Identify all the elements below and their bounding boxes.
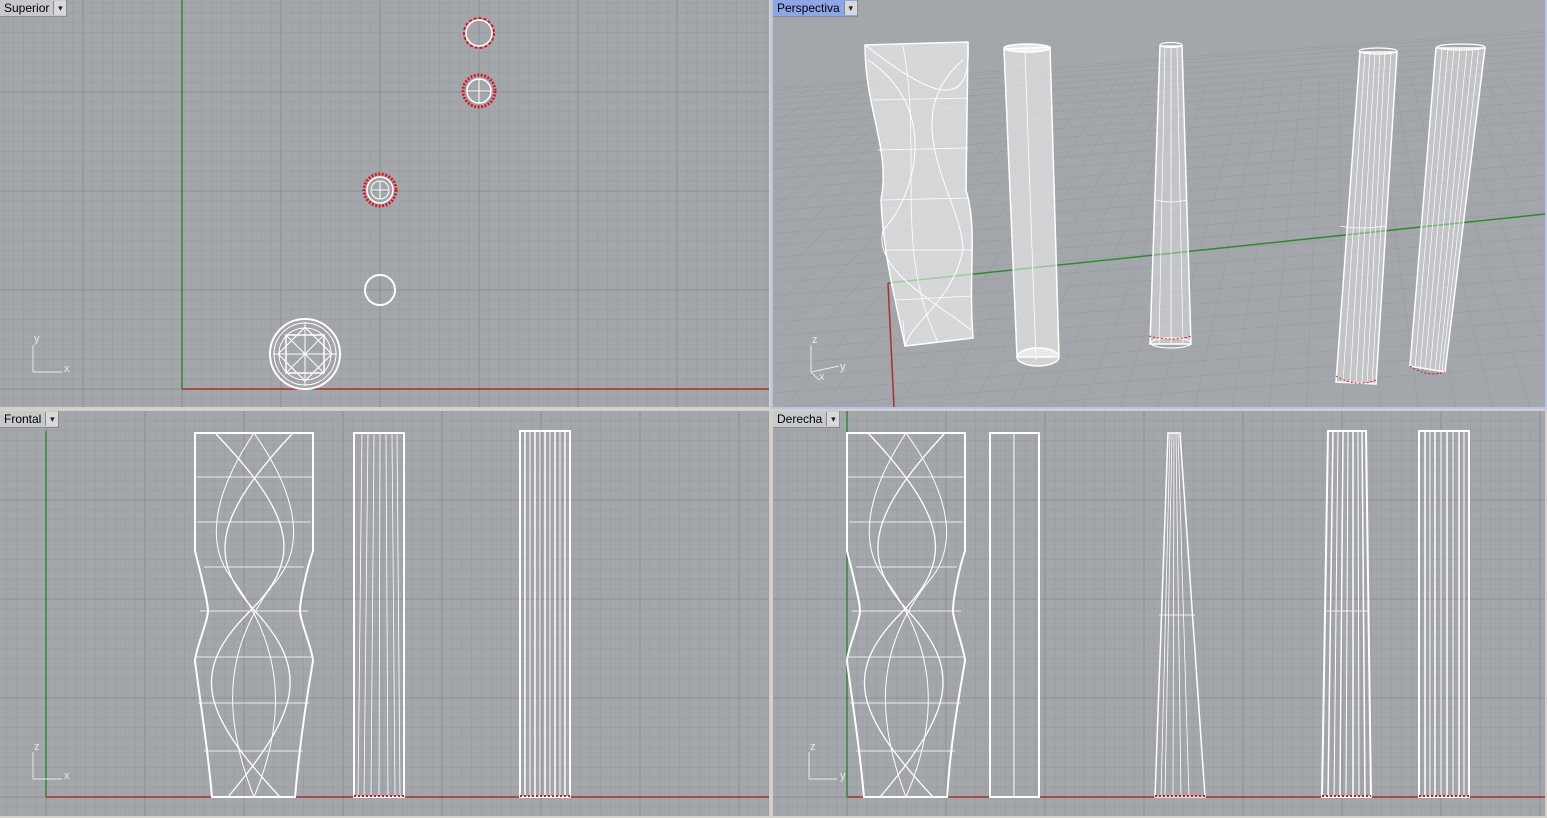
svg-text:y: y: [840, 361, 846, 373]
grid-line: [1502, 76, 1545, 158]
grid: [773, 411, 1545, 816]
cylinder-right[interactable]: [989, 432, 1040, 798]
svg-text:z: z: [812, 334, 818, 346]
chevron-down-icon[interactable]: ▾: [843, 1, 857, 15]
tapered-column-front[interactable]: [353, 432, 405, 798]
grid-line: [773, 76, 792, 88]
perspective-view-canvas[interactable]: z y x: [773, 0, 1545, 407]
grid-line: [970, 76, 1157, 407]
viewport-tab-front[interactable]: Frontal ▾: [0, 411, 60, 428]
viewport-tab-top[interactable]: Superior ▾: [0, 0, 68, 17]
grid-line: [773, 76, 846, 125]
svg-text:x: x: [819, 371, 825, 383]
viewport-top[interactable]: y x Superior ▾: [0, 0, 769, 407]
svg-text:y: y: [34, 333, 40, 345]
viewport-front[interactable]: z x Frontal ▾: [0, 411, 769, 816]
fluted-column-front[interactable]: [519, 430, 571, 798]
svg-text:z: z: [810, 741, 816, 753]
axis-gizmo: z x: [32, 741, 70, 782]
grid-line: [1538, 76, 1545, 87]
chevron-down-icon[interactable]: ▾: [45, 412, 59, 426]
fluted-column-2-right[interactable]: [1418, 430, 1470, 798]
grid-line: [1520, 76, 1545, 119]
svg-text:x: x: [64, 363, 70, 375]
grid: [0, 0, 769, 407]
x-axis-line: [887, 282, 895, 407]
tapered-column-right[interactable]: [1154, 432, 1206, 798]
svg-text:y: y: [840, 770, 846, 782]
right-view-canvas[interactable]: z y: [773, 411, 1545, 816]
grid-line: [1465, 76, 1545, 266]
chevron-down-icon[interactable]: ▾: [826, 412, 840, 426]
grid-line: [773, 76, 883, 154]
svg-text:z: z: [34, 741, 40, 753]
viewport-title[interactable]: Derecha: [777, 412, 826, 426]
grid-line: [1194, 76, 1266, 407]
grid-line: [1483, 76, 1545, 205]
twisted-column-right[interactable]: [845, 432, 967, 798]
top-view-canvas[interactable]: y x: [0, 0, 769, 407]
twisted-column-top[interactable]: [269, 318, 341, 390]
viewport-tab-perspective[interactable]: Perspectiva ▾: [773, 0, 858, 17]
viewport-right[interactable]: z y Derecha ▾: [773, 411, 1545, 816]
fluted-column-right[interactable]: [1320, 430, 1373, 798]
chevron-down-icon[interactable]: ▾: [53, 1, 67, 15]
svg-text:x: x: [64, 770, 70, 782]
viewport-perspective[interactable]: z y x Perspectiva ▾: [771, 0, 1547, 409]
front-view-canvas[interactable]: z x: [0, 411, 769, 816]
tapered-column-3d[interactable]: [1148, 41, 1193, 349]
viewport-title[interactable]: Frontal: [4, 412, 45, 426]
viewport-title[interactable]: Superior: [4, 1, 53, 15]
fluted-column-2-3d[interactable]: [1409, 43, 1486, 375]
viewport-tab-right[interactable]: Derecha ▾: [773, 411, 841, 428]
viewport-title[interactable]: Perspectiva: [777, 1, 844, 15]
grid: [0, 411, 769, 816]
